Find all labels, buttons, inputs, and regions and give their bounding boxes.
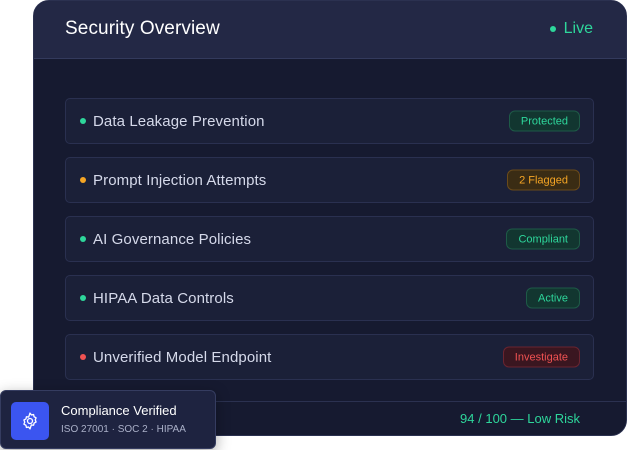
gear-shield-icon: [11, 402, 49, 440]
live-indicator: Live: [549, 20, 593, 38]
status-dot-icon: [80, 295, 86, 301]
live-dot-icon: [549, 26, 556, 32]
compliance-title: Compliance Verified: [61, 403, 177, 418]
status-dot-icon: [80, 118, 86, 124]
status-badge: Active: [526, 287, 580, 309]
risk-score: 94 / 100 — Low Risk: [460, 411, 580, 426]
compliance-standards: ISO 27001 · SOC 2 · HIPAA: [61, 424, 186, 435]
status-dot-icon: [80, 177, 86, 183]
status-dot-icon: [80, 236, 86, 242]
list-item[interactable]: Data Leakage Prevention Protected: [65, 98, 594, 144]
list-item[interactable]: HIPAA Data Controls Active: [65, 275, 594, 321]
panel-title: Security Overview: [65, 18, 220, 39]
panel-header: Security Overview Live: [34, 1, 626, 59]
live-label: Live: [563, 20, 593, 37]
status-badge: Protected: [508, 110, 580, 132]
status-dot-icon: [80, 354, 86, 360]
status-badge: Compliant: [506, 228, 580, 250]
item-label: Data Leakage Prevention: [93, 112, 265, 130]
status-badge: Investigate: [502, 346, 580, 368]
status-badge: 2 Flagged: [507, 169, 580, 191]
item-label: Prompt Injection Attempts: [93, 171, 267, 189]
list-item[interactable]: AI Governance Policies Compliant: [65, 216, 594, 262]
list-item[interactable]: Unverified Model Endpoint Investigate: [65, 334, 594, 380]
compliance-card: Compliance Verified ISO 27001 · SOC 2 · …: [0, 390, 216, 449]
item-label: AI Governance Policies: [93, 230, 252, 248]
item-label: Unverified Model Endpoint: [93, 348, 272, 366]
security-panel: Security Overview Live Data Leakage Prev…: [33, 0, 627, 436]
item-label: HIPAA Data Controls: [93, 289, 234, 307]
security-items-list: Data Leakage Prevention Protected Prompt…: [65, 98, 594, 393]
list-item[interactable]: Prompt Injection Attempts 2 Flagged: [65, 157, 594, 203]
stage: Security Overview Live Data Leakage Prev…: [0, 0, 629, 450]
